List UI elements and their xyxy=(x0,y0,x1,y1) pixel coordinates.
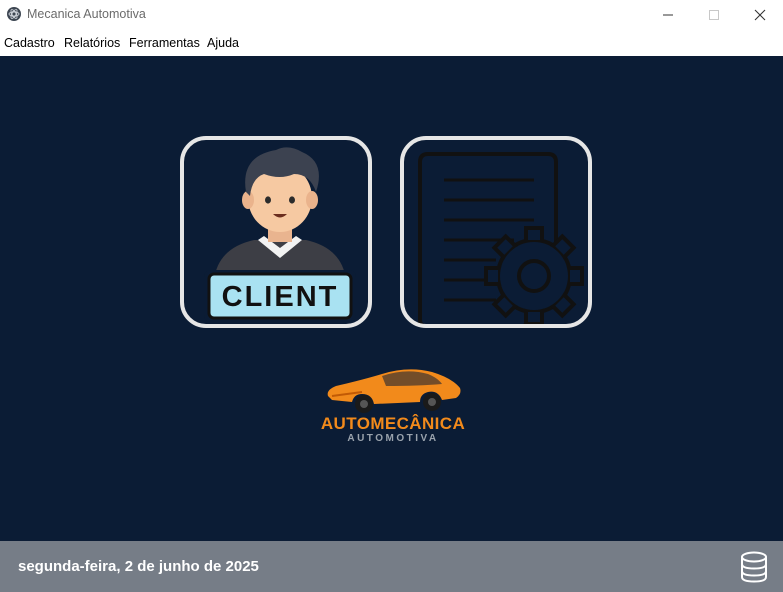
title-bar: Mecanica Automotiva xyxy=(0,0,783,30)
status-bar: segunda-feira, 2 de junho de 2025 xyxy=(0,541,783,592)
close-button[interactable] xyxy=(737,0,783,30)
client-icon: CLIENT xyxy=(204,147,356,322)
window-title: Mecanica Automotiva xyxy=(27,7,146,21)
menu-relatorios[interactable]: Relatórios xyxy=(64,36,120,50)
sports-car-icon xyxy=(327,369,461,413)
maximize-icon xyxy=(709,10,719,20)
app-icon xyxy=(6,6,22,22)
clients-button[interactable]: CLIENT xyxy=(180,136,372,328)
main-panel: CLIENT AUTOMECÂNICA AUTOMOTIVA xyxy=(0,56,783,541)
current-date: segunda-feira, 2 de junho de 2025 xyxy=(18,558,259,575)
company-logo: AUTOMECÂNICA AUTOMOTIVA xyxy=(318,366,468,450)
menu-bar: Cadastro Relatórios Ferramentas Ajuda xyxy=(0,30,783,56)
menu-cadastro[interactable]: Cadastro xyxy=(4,36,55,50)
minimize-icon xyxy=(663,14,673,16)
menu-ajuda[interactable]: Ajuda xyxy=(207,36,239,50)
report-settings-icon xyxy=(418,152,584,324)
maximize-button[interactable] xyxy=(691,0,737,30)
logo-subtitle: AUTOMOTIVA xyxy=(347,433,439,444)
close-icon xyxy=(754,9,766,21)
menu-ferramentas[interactable]: Ferramentas xyxy=(129,36,200,50)
reports-button[interactable] xyxy=(400,136,592,328)
logo-title: AUTOMECÂNICA xyxy=(320,414,466,433)
client-badge-text: CLIENT xyxy=(222,281,339,313)
minimize-button[interactable] xyxy=(645,0,691,30)
database-icon[interactable] xyxy=(740,551,768,583)
